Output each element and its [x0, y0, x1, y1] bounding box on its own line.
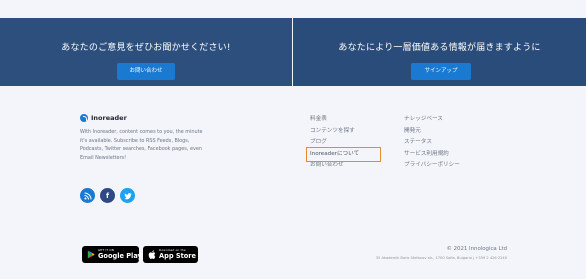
social-links: f — [80, 188, 135, 203]
link-about-inoreader[interactable]: Inoreaderについて — [306, 146, 381, 162]
link-status[interactable]: ステータス — [404, 137, 460, 149]
link-pricing[interactable]: 料金表 — [310, 114, 379, 126]
inoreader-logo-icon — [80, 114, 88, 122]
footer-links-column-1: 料金表 コンテンツを探す ブログ Inoreaderについて お問い合わせ — [306, 114, 381, 172]
facebook-icon[interactable]: f — [100, 188, 115, 203]
footer-links-column-2: ナレッジベース 開発元 ステータス サービス利用規約 プライバシーポリシー — [404, 114, 460, 172]
google-play-label: Google Play — [98, 252, 142, 261]
feedback-headline: あなたのご意見をぜひお聞かせください! — [61, 43, 231, 53]
about-block: Inoreader With Inoreader, content comes … — [80, 114, 210, 162]
signup-headline: あなたにより一層価値ある情報が届きますように — [338, 43, 541, 53]
link-terms[interactable]: サービス利用規約 — [404, 149, 460, 161]
copyright-text: © 2021 Innologica Ltd — [446, 246, 508, 252]
about-description: With Inoreader, content comes to you, th… — [80, 129, 203, 161]
link-discover-content[interactable]: コンテンツを探す — [310, 126, 379, 138]
link-developers[interactable]: 開発元 — [404, 126, 460, 138]
link-knowledge-base[interactable]: ナレッジベース — [404, 114, 460, 126]
apple-icon — [148, 250, 156, 260]
contact-button[interactable]: お問い合わせ — [117, 63, 175, 80]
app-store-badges: GET IT ON Google Play Download on the Ap… — [82, 246, 198, 263]
rss-icon[interactable] — [80, 188, 95, 203]
twitter-icon[interactable] — [120, 188, 135, 203]
signup-button[interactable]: サインアップ — [411, 63, 471, 80]
top-strip — [0, 0, 586, 18]
signup-banner: あなたにより一層価値ある情報が届きますように サインアップ — [293, 18, 586, 86]
google-play-icon — [87, 250, 95, 260]
brand-name: Inoreader — [91, 114, 127, 122]
link-privacy[interactable]: プライバシーポリシー — [404, 160, 460, 172]
google-play-badge[interactable]: GET IT ON Google Play — [82, 246, 142, 263]
feedback-banner: あなたのご意見をぜひお聞かせください! お問い合わせ — [0, 18, 293, 86]
company-address: 35 Akademik Boris Stefanov str., 1700 So… — [375, 256, 507, 260]
link-contact[interactable]: お問い合わせ — [310, 160, 379, 172]
app-store-label: App Store — [159, 252, 196, 261]
app-store-badge[interactable]: Download on the App Store — [143, 246, 198, 263]
link-blog[interactable]: ブログ — [310, 137, 379, 149]
site-footer: Inoreader With Inoreader, content comes … — [0, 86, 586, 279]
brand[interactable]: Inoreader — [80, 114, 210, 122]
